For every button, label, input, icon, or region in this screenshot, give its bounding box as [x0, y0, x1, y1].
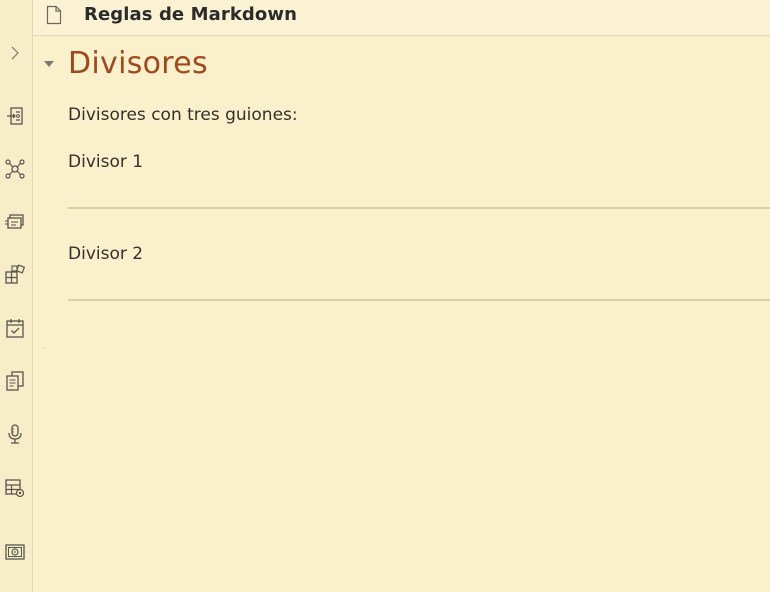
expand-sidebar-button[interactable] — [4, 40, 26, 66]
note-header: Reglas de Markdown — [33, 0, 770, 36]
app-window: Reglas de Markdown Divisores Divisores c… — [0, 0, 770, 592]
cursor-dot — [44, 348, 45, 349]
paragraph-divisor-1[interactable]: Divisor 1 — [68, 152, 143, 172]
horizontal-rule-2 — [68, 299, 770, 301]
chevron-right-icon — [11, 46, 19, 60]
stacked-cards-icon[interactable] — [4, 211, 26, 233]
table-settings-icon[interactable] — [4, 477, 26, 499]
blocks-icon[interactable] — [4, 264, 26, 286]
paragraph-divisor-2[interactable]: Divisor 2 — [68, 244, 143, 264]
calendar-check-icon[interactable] — [4, 317, 26, 339]
paragraph-intro[interactable]: Divisores con tres guiones: — [68, 105, 298, 125]
graph-icon[interactable] — [4, 158, 26, 180]
file-export-icon[interactable] — [4, 105, 26, 127]
horizontal-rule-1 — [68, 207, 770, 209]
note-title[interactable]: Reglas de Markdown — [84, 4, 297, 25]
collapse-arrow-icon[interactable] — [43, 59, 55, 69]
microphone-icon[interactable] — [4, 423, 26, 445]
safe-icon[interactable] — [4, 541, 26, 563]
file-icon — [46, 5, 62, 25]
copy-documents-icon[interactable] — [4, 370, 26, 392]
section-heading[interactable]: Divisores — [68, 46, 208, 81]
note-content: Divisores Divisores con tres guiones: Di… — [33, 36, 770, 592]
left-ribbon — [0, 0, 33, 592]
